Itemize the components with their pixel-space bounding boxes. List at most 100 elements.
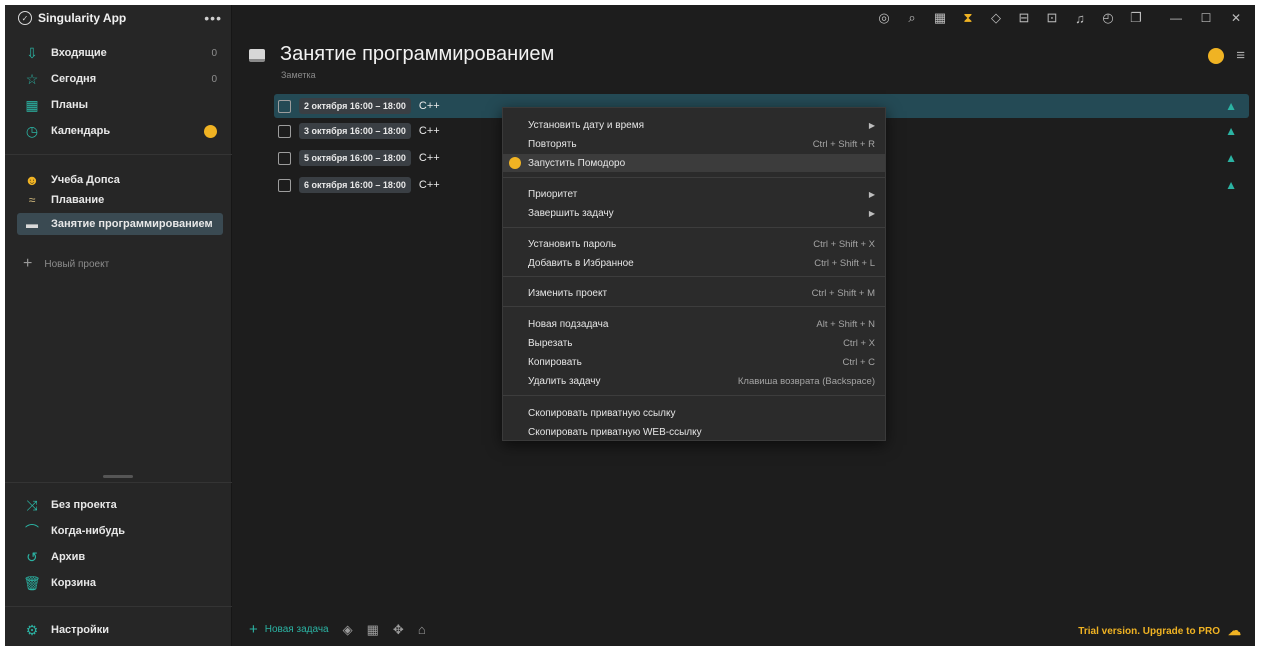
layers-icon[interactable]: ◈ xyxy=(343,622,353,638)
sidebar-item-plans[interactable]: ▦ Планы xyxy=(17,94,223,116)
sidebar-item-label: Корзина xyxy=(51,577,96,589)
sidebar-item-label: Без проекта xyxy=(51,499,117,511)
menu-divider xyxy=(503,227,885,228)
maximize-button[interactable]: ☐ xyxy=(1191,7,1221,29)
move-icon[interactable]: ✥ xyxy=(393,622,404,638)
app-window: ✓ Singularity App ••• ⇩ Входящие 0 ☆ Сег… xyxy=(5,5,1255,646)
menu-item-change-project[interactable]: Изменить проект Ctrl + Shift + M xyxy=(503,284,885,302)
menu-item-label: Добавить в Избранное xyxy=(528,257,634,269)
menu-divider xyxy=(503,395,885,396)
plus-icon: + xyxy=(249,621,258,638)
menu-icon[interactable]: ≡ xyxy=(1236,47,1245,64)
copy-icon[interactable]: ❐ xyxy=(1125,7,1147,29)
task-checkbox[interactable] xyxy=(278,151,291,165)
bell-icon[interactable]: ♫ xyxy=(1069,7,1091,29)
menu-item-copy-web-link[interactable]: Скопировать приватную WEB-ссылку xyxy=(503,423,885,441)
sidebar-item-label: Сегодня xyxy=(51,73,97,85)
count-badge: 0 xyxy=(211,47,217,59)
sidebar-item-label: Архив xyxy=(51,551,86,563)
menu-item-shortcut: Клавиша возврата (Backspace) xyxy=(737,375,875,387)
sidebar-item-project-programming[interactable]: ▬ Занятие программированием xyxy=(17,213,223,235)
new-project-label: Новый проект xyxy=(44,258,110,270)
page-title: Занятие программированием xyxy=(280,43,555,65)
menu-item-copy[interactable]: Копировать Ctrl + C xyxy=(503,353,885,371)
menu-item-label: Скопировать приватную ссылку xyxy=(528,407,676,419)
menu-item-set-date[interactable]: Установить дату и время ▶ xyxy=(503,116,885,134)
menu-item-shortcut: Ctrl + X xyxy=(843,337,875,349)
history-icon: ↺ xyxy=(26,548,38,565)
sidebar: ✓ Singularity App ••• ⇩ Входящие 0 ☆ Сег… xyxy=(5,5,232,646)
task-checkbox[interactable] xyxy=(278,178,291,192)
shuffle-icon: ⤨ xyxy=(26,496,38,513)
menu-item-priority[interactable]: Приоритет ▶ xyxy=(503,185,885,203)
task-checkbox[interactable] xyxy=(278,99,291,113)
task-title: C++ xyxy=(418,179,440,191)
focus-icon[interactable]: ◎ xyxy=(873,7,895,29)
sidebar-item-project-study[interactable]: ☻ Учеба Допса xyxy=(17,169,223,191)
menu-item-shortcut: Ctrl + Shift + L xyxy=(814,257,875,269)
sidebar-item-today[interactable]: ☆ Сегодня 0 xyxy=(17,68,223,90)
menu-divider xyxy=(503,276,885,277)
tag-icon[interactable]: ◇ xyxy=(985,7,1007,29)
bell-icon[interactable]: ▲ xyxy=(1225,99,1237,113)
task-date-badge: 3 октября 16:00 – 18:00 xyxy=(299,123,411,139)
new-task-button[interactable]: + Новая задача xyxy=(249,621,329,638)
bell-icon[interactable]: ▲ xyxy=(1225,151,1237,165)
sidebar-item-calendar[interactable]: ◷ Календарь xyxy=(17,120,223,142)
context-menu: Установить дату и время ▶ Повторять Ctrl… xyxy=(502,107,886,441)
pomodoro-icon xyxy=(509,157,521,169)
more-menu-button[interactable]: ••• xyxy=(204,10,222,26)
star-icon: ☆ xyxy=(25,70,39,87)
sidebar-item-archive[interactable]: ↺ Архив xyxy=(17,546,223,568)
rainbow-icon: ⌒ xyxy=(25,523,39,539)
task-checkbox[interactable] xyxy=(278,124,291,138)
menu-item-add-favorite[interactable]: Добавить в Избранное Ctrl + Shift + L xyxy=(503,254,885,272)
menu-item-set-password[interactable]: Установить пароль Ctrl + Shift + X xyxy=(503,235,885,253)
search-icon[interactable]: ⌕ xyxy=(901,7,923,29)
cloud-icon: ☁ xyxy=(1228,623,1241,638)
sidebar-item-trash[interactable]: 🗑 Корзина xyxy=(17,572,223,594)
page-subtitle[interactable]: Заметка xyxy=(281,70,316,80)
gear-icon: ⚙ xyxy=(25,621,39,638)
sidebar-item-inbox[interactable]: ⇩ Входящие 0 xyxy=(17,42,223,64)
inbox-tray-icon[interactable]: ⊟ xyxy=(1013,7,1035,29)
resize-handle[interactable] xyxy=(103,475,133,478)
bell-icon[interactable]: ▲ xyxy=(1225,124,1237,138)
close-button[interactable]: ✕ xyxy=(1221,7,1251,29)
pomodoro-icon xyxy=(204,124,217,138)
calendar-icon[interactable]: ▦ xyxy=(367,622,379,638)
menu-item-start-pomodoro[interactable]: Запустить Помодоро xyxy=(503,154,885,172)
upgrade-link[interactable]: Trial version. Upgrade to PRO ☁ xyxy=(1078,623,1241,639)
menu-item-repeat[interactable]: Повторять Ctrl + Shift + R xyxy=(503,135,885,153)
sidebar-item-no-project[interactable]: ⤨ Без проекта xyxy=(17,494,223,516)
bell-icon[interactable]: ▲ xyxy=(1225,178,1237,192)
menu-item-copy-private-link[interactable]: Скопировать приватную ссылку xyxy=(503,404,885,422)
scan-icon[interactable]: ⊡ xyxy=(1041,7,1063,29)
new-project-button[interactable]: + Новый проект xyxy=(23,255,109,273)
submenu-arrow-icon: ▶ xyxy=(868,208,875,218)
menu-divider xyxy=(503,177,885,178)
task-title: C++ xyxy=(418,152,440,164)
sidebar-item-project-swimming[interactable]: ≈ Плавание xyxy=(17,189,223,211)
timer-icon[interactable]: ◴ xyxy=(1097,7,1119,29)
sidebar-item-label: Планы xyxy=(51,99,89,111)
menu-item-new-subtask[interactable]: Новая подзадача Alt + Shift + N xyxy=(503,315,885,333)
menu-item-shortcut: Alt + Shift + N xyxy=(816,318,875,330)
header-actions: ≡ xyxy=(1208,47,1245,64)
menu-item-cut[interactable]: Вырезать Ctrl + X xyxy=(503,334,885,352)
menu-item-label: Завершить задачу xyxy=(528,207,614,219)
menu-item-delete-task[interactable]: Удалить задачу Клавиша возврата (Backspa… xyxy=(503,372,885,390)
trash-icon[interactable]: ⌂ xyxy=(418,622,426,637)
calendar-icon[interactable]: ▦ xyxy=(929,7,951,29)
pomodoro-icon[interactable] xyxy=(1208,47,1225,64)
sidebar-item-settings[interactable]: ⚙ Настройки xyxy=(17,619,223,641)
sidebar-item-label: Занятие программированием xyxy=(51,218,213,230)
task-title: C++ xyxy=(418,125,440,137)
menu-item-complete-task[interactable]: Завершить задачу ▶ xyxy=(503,204,885,222)
minimize-button[interactable]: — xyxy=(1161,7,1191,29)
task-date-badge: 2 октября 16:00 – 18:00 xyxy=(299,98,411,114)
sidebar-item-label: Плавание xyxy=(51,194,105,206)
sidebar-item-someday[interactable]: ⌒ Когда-нибудь xyxy=(17,520,223,542)
sidebar-header: ✓ Singularity App ••• xyxy=(5,5,232,31)
hourglass-icon[interactable]: ⧗ xyxy=(957,7,979,29)
